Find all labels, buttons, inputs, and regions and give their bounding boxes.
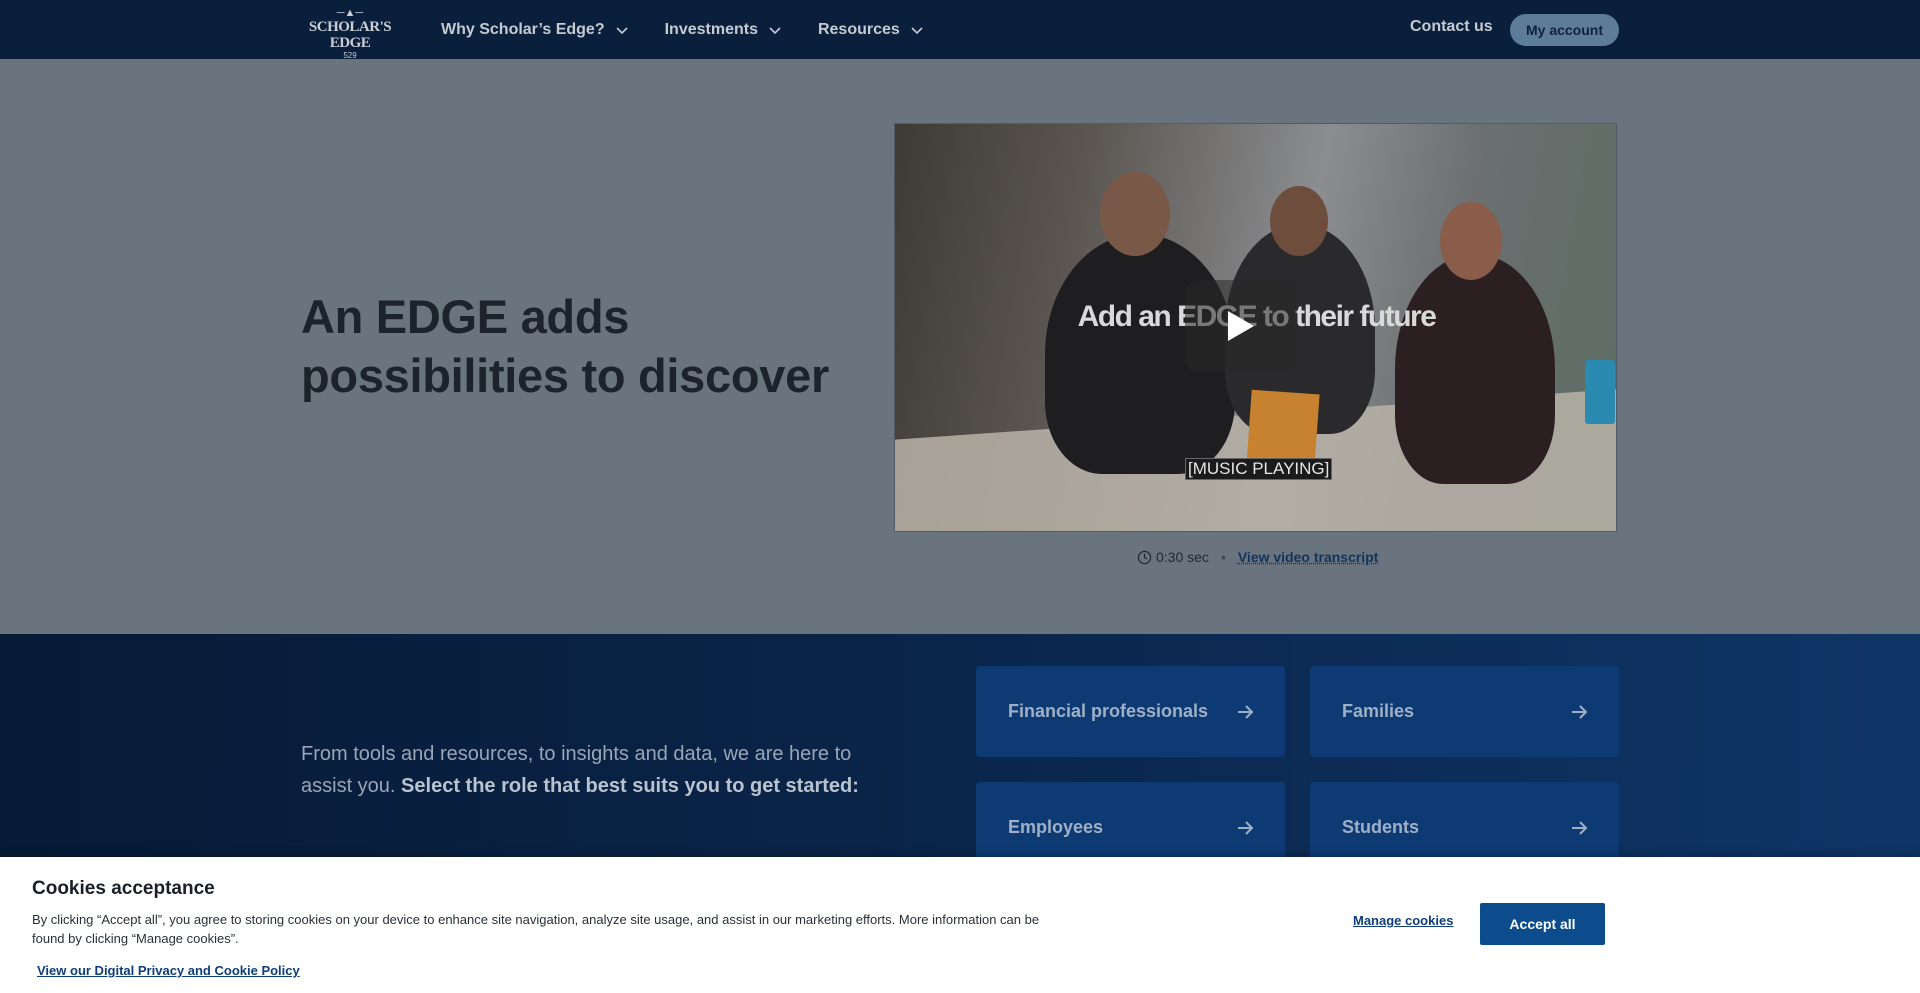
video-player[interactable]: Add an EDGE to their future [MUSIC PLAYI… <box>894 123 1617 532</box>
chevron-down-icon <box>911 26 923 34</box>
view-transcript-link[interactable]: View video transcript <box>1238 549 1379 565</box>
role-card-label: Employees <box>1008 817 1104 837</box>
role-card-families[interactable]: Families <box>1310 666 1619 757</box>
video-scene-person <box>1395 254 1555 484</box>
chevron-down-icon <box>769 26 781 34</box>
my-account-button[interactable]: My account <box>1510 14 1619 46</box>
nav-item-investments[interactable]: Investments <box>665 0 782 59</box>
nav-item-label: Why Scholar’s Edge? <box>441 20 605 38</box>
play-button[interactable] <box>1185 280 1297 372</box>
roles-intro: From tools and resources, to insights an… <box>301 738 871 802</box>
cookie-title: Cookies acceptance <box>32 878 215 899</box>
video-scene-cup <box>1585 360 1615 424</box>
arrow-right-icon <box>1572 704 1588 719</box>
hero-section: An EDGE adds possibilities to discover A… <box>0 59 1920 634</box>
video-scene-head <box>1440 202 1502 280</box>
manage-cookies-link[interactable]: Manage cookies <box>1353 913 1453 928</box>
clock-icon <box>1137 550 1152 564</box>
logo-name: SCHOLAR'S EDGE <box>308 19 392 51</box>
privacy-policy-link[interactable]: View our Digital Privacy and Cookie Poli… <box>37 963 300 978</box>
video-meta: 0:30 sec • View video transcript <box>1137 549 1378 565</box>
arrow-right-icon <box>1572 820 1588 835</box>
video-duration: 0:30 sec <box>1156 549 1209 565</box>
roles-intro-bold: Select the role that best suits you to g… <box>401 775 859 797</box>
nav-item-label: Resources <box>817 20 900 38</box>
arrow-right-icon <box>1238 704 1254 719</box>
accept-all-button[interactable]: Accept all <box>1480 903 1605 945</box>
role-card-label: Financial professionals <box>1008 701 1209 721</box>
site-header: ─▲─ SCHOLAR'S EDGE 529 Why Scholar’s Edg… <box>0 0 1920 60</box>
meta-separator: • <box>1220 549 1226 565</box>
role-card-label: Students <box>1342 817 1420 837</box>
graduation-cap-icon: ─▲─ <box>336 7 364 19</box>
arrow-right-icon <box>1238 820 1254 835</box>
cookie-banner: Cookies acceptance By clicking “Accept a… <box>0 857 1920 993</box>
nav-item-why-scholars-edge[interactable]: Why Scholar’s Edge? <box>441 0 629 59</box>
role-card-label: Families <box>1342 701 1415 721</box>
video-scene-head <box>1100 172 1170 256</box>
role-card-financial-professionals[interactable]: Financial professionals <box>976 666 1285 757</box>
video-scene-head <box>1270 186 1328 256</box>
main-nav: Why Scholar’s Edge? Investments Resource… <box>441 0 960 59</box>
video-caption: [MUSIC PLAYING] <box>1185 458 1333 480</box>
play-icon <box>1228 311 1254 341</box>
cookie-body: By clicking “Accept all”, you agree to s… <box>32 912 1040 946</box>
chevron-down-icon <box>616 26 628 34</box>
contact-us-link[interactable]: Contact us <box>1410 18 1493 36</box>
nav-item-label: Investments <box>664 20 758 38</box>
hero-title: An EDGE adds possibilities to discover <box>301 290 829 402</box>
nav-item-resources[interactable]: Resources <box>818 0 924 59</box>
scholars-edge-logo[interactable]: ─▲─ SCHOLAR'S EDGE 529 <box>307 7 393 60</box>
